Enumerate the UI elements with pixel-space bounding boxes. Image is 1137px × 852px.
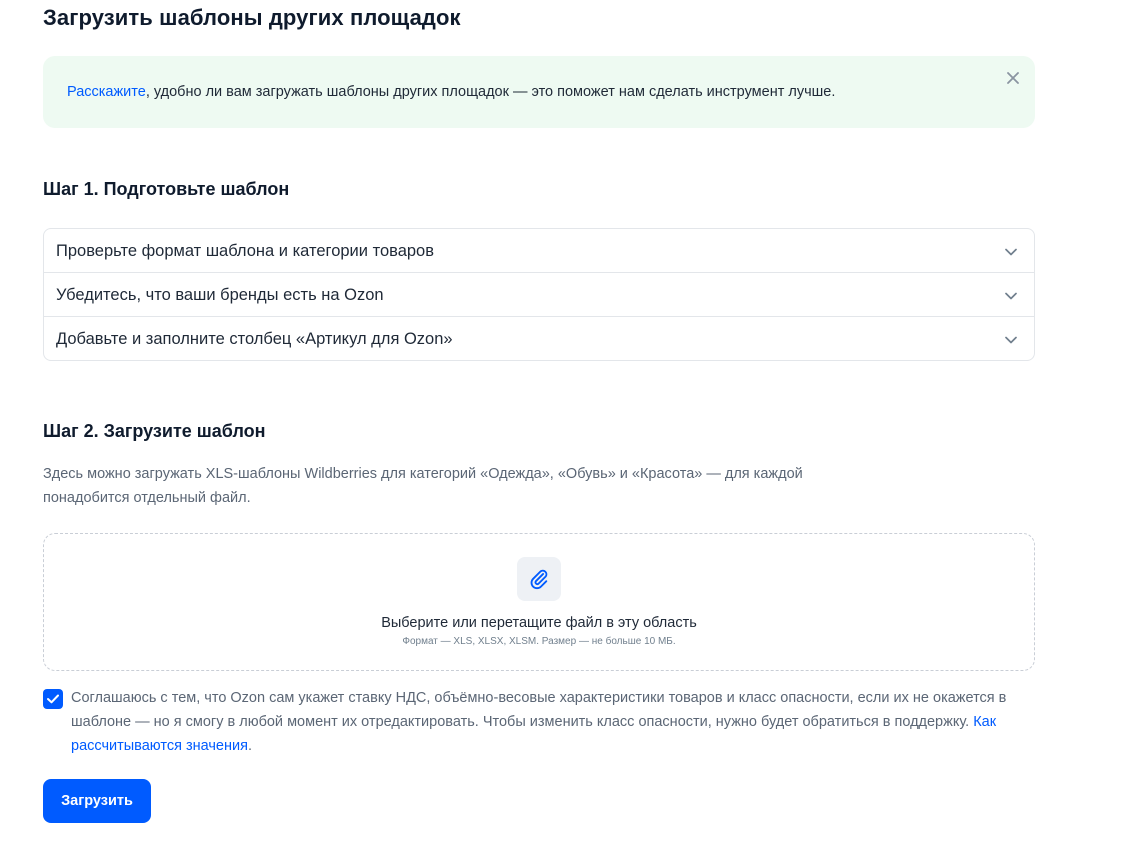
chevron-down-icon [1005, 336, 1017, 344]
accordion-item-label: Добавьте и заполните столбец «Артикул дл… [56, 330, 453, 348]
chevron-down-icon [1005, 292, 1017, 300]
agreement-checkbox[interactable] [43, 689, 63, 709]
accordion-item-format[interactable]: Проверьте формат шаблона и категории тов… [44, 229, 1034, 273]
agreement-body: Соглашаюсь с тем, что Ozon сам укажет ст… [71, 690, 1007, 730]
banner-text: Расскажите, удобно ли вам загружать шабл… [67, 83, 835, 101]
paperclip-icon [517, 557, 561, 601]
accordion-item-label: Убедитесь, что ваши бренды есть на Ozon [56, 286, 384, 304]
step1-accordion: Проверьте формат шаблона и категории тов… [43, 228, 1035, 361]
step1-title: Шаг 1. Подготовьте шаблон [43, 179, 290, 199]
dropzone-format-hint: Формат — XLS, XLSX, XLSM. Размер — не бо… [402, 636, 676, 647]
file-dropzone[interactable]: Выберите или перетащите файл в эту облас… [43, 533, 1035, 671]
accordion-item-article-column[interactable]: Добавьте и заполните столбец «Артикул дл… [44, 317, 1034, 360]
banner-feedback-link[interactable]: Расскажите [67, 84, 146, 100]
dropzone-main-text: Выберите или перетащите файл в эту облас… [381, 615, 697, 631]
feedback-banner: Расскажите, удобно ли вам загружать шабл… [43, 56, 1035, 128]
agreement-suffix: . [247, 738, 252, 754]
page-title: Загрузить шаблоны других площадок [43, 5, 461, 30]
close-icon[interactable] [1003, 68, 1023, 88]
banner-message: , удобно ли вам загружать шаблоны других… [145, 84, 836, 100]
checkmark-icon [47, 694, 59, 704]
accordion-item-label: Проверьте формат шаблона и категории тов… [56, 242, 434, 260]
step2-description: Здесь можно загружать XLS-шаблоны Wildbe… [43, 466, 803, 506]
step2-title: Шаг 2. Загрузите шаблон [43, 421, 266, 441]
chevron-down-icon [1005, 248, 1017, 256]
accordion-item-brands[interactable]: Убедитесь, что ваши бренды есть на Ozon [44, 273, 1034, 317]
agreement-text: Соглашаюсь с тем, что Ozon сам укажет ст… [71, 686, 1041, 758]
upload-button[interactable]: Загрузить [43, 779, 151, 823]
